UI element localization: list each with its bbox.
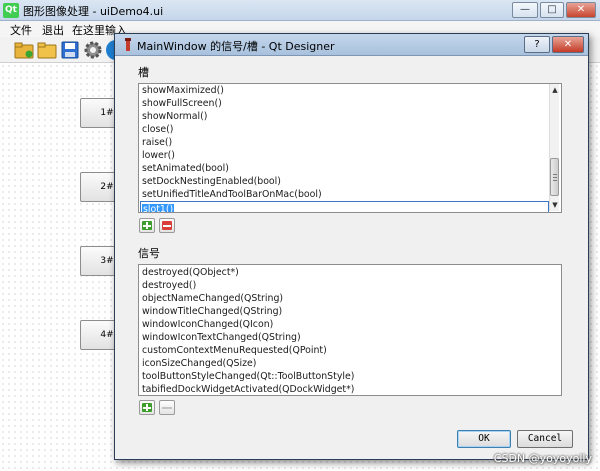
signal-item[interactable]: destroyed() [142,280,196,292]
gear-icon[interactable] [83,40,103,60]
scroll-down-arrow-icon[interactable]: ▼ [550,200,560,210]
open-folder-icon[interactable] [14,40,34,60]
signal-item[interactable]: windowTitleChanged(QString) [142,306,282,318]
main-window-title: 图形图像处理 - uiDemo4.ui [23,5,164,18]
signals-list[interactable]: destroyed(QObject*) destroyed() objectNa… [138,264,562,396]
add-signal-button[interactable] [139,400,155,415]
signals-slots-dialog: MainWindow 的信号/槽 - Qt Designer ? ✕ 槽 sho… [114,33,589,460]
signal-item[interactable]: iconSizeChanged(QSize) [142,358,256,370]
folder-icon[interactable] [37,40,57,60]
slot-item[interactable]: showMaximized() [142,85,224,97]
help-button[interactable]: ? [524,36,550,53]
close-button[interactable]: ✕ [566,2,596,18]
signal-item[interactable]: customContextMenuRequested(QPoint) [142,345,327,357]
dialog-title: MainWindow 的信号/槽 - Qt Designer [137,40,335,53]
remove-signal-button-disabled [159,400,175,415]
slot-item[interactable]: showNormal() [142,111,207,123]
slot-item[interactable]: close() [142,124,173,136]
signal-item[interactable]: tabifiedDockWidgetActivated(QDockWidget*… [142,384,354,395]
slot-item[interactable]: raise() [142,137,172,149]
add-slot-button[interactable] [139,218,155,233]
signal-item[interactable]: toolButtonStyleChanged(Qt::ToolButtonSty… [142,371,354,383]
dialog-close-button[interactable]: ✕ [552,36,584,53]
watermark: CSDN @yoyoyolly [493,452,592,465]
slots-group-label: 槽 [138,66,149,79]
slots-scrollbar[interactable]: ▲ ▼ [549,84,559,211]
slot-item[interactable]: showFullScreen() [142,98,222,110]
slot-item[interactable]: lower() [142,150,175,162]
plus-icon [142,403,152,412]
remove-slot-button[interactable] [159,218,175,233]
signals-group-label: 信号 [138,247,160,260]
signal-item[interactable]: windowIconTextChanged(QString) [142,332,301,344]
designer-icon [123,38,133,52]
signal-item[interactable]: destroyed(QObject*) [142,267,239,279]
dialog-titlebar: MainWindow 的信号/槽 - Qt Designer ? ✕ [115,34,588,56]
minimize-button[interactable]: — [512,2,538,18]
slot-item[interactable]: setUnifiedTitleAndToolBarOnMac(bool) [142,189,322,201]
ok-button[interactable]: OK [457,430,511,448]
minus-icon [162,407,172,409]
signal-item[interactable]: windowIconChanged(QIcon) [142,319,273,331]
qt-logo-icon: Qt [3,3,19,18]
plus-icon [142,221,152,230]
slot-item[interactable]: setAnimated(bool) [142,163,229,175]
slot-edit-input[interactable]: slot1() [140,201,549,213]
scroll-thumb[interactable] [550,158,559,196]
slot-item[interactable]: setDockNestingEnabled(bool) [142,176,281,188]
scroll-up-arrow-icon[interactable]: ▲ [550,85,560,95]
menu-file[interactable]: 文件 [10,22,32,38]
minus-icon [162,221,172,230]
signal-item[interactable]: objectNameChanged(QString) [142,293,283,305]
maximize-button[interactable]: □ [540,2,564,18]
save-icon[interactable] [60,40,80,60]
slot-edit-text: slot1() [142,204,175,213]
slots-list[interactable]: showMaximized() showFullScreen() showNor… [138,83,562,213]
menu-exit[interactable]: 退出 [42,22,64,38]
main-titlebar: Qt 图形图像处理 - uiDemo4.ui — □ ✕ [0,0,600,21]
cancel-button[interactable]: Cancel [517,430,573,448]
